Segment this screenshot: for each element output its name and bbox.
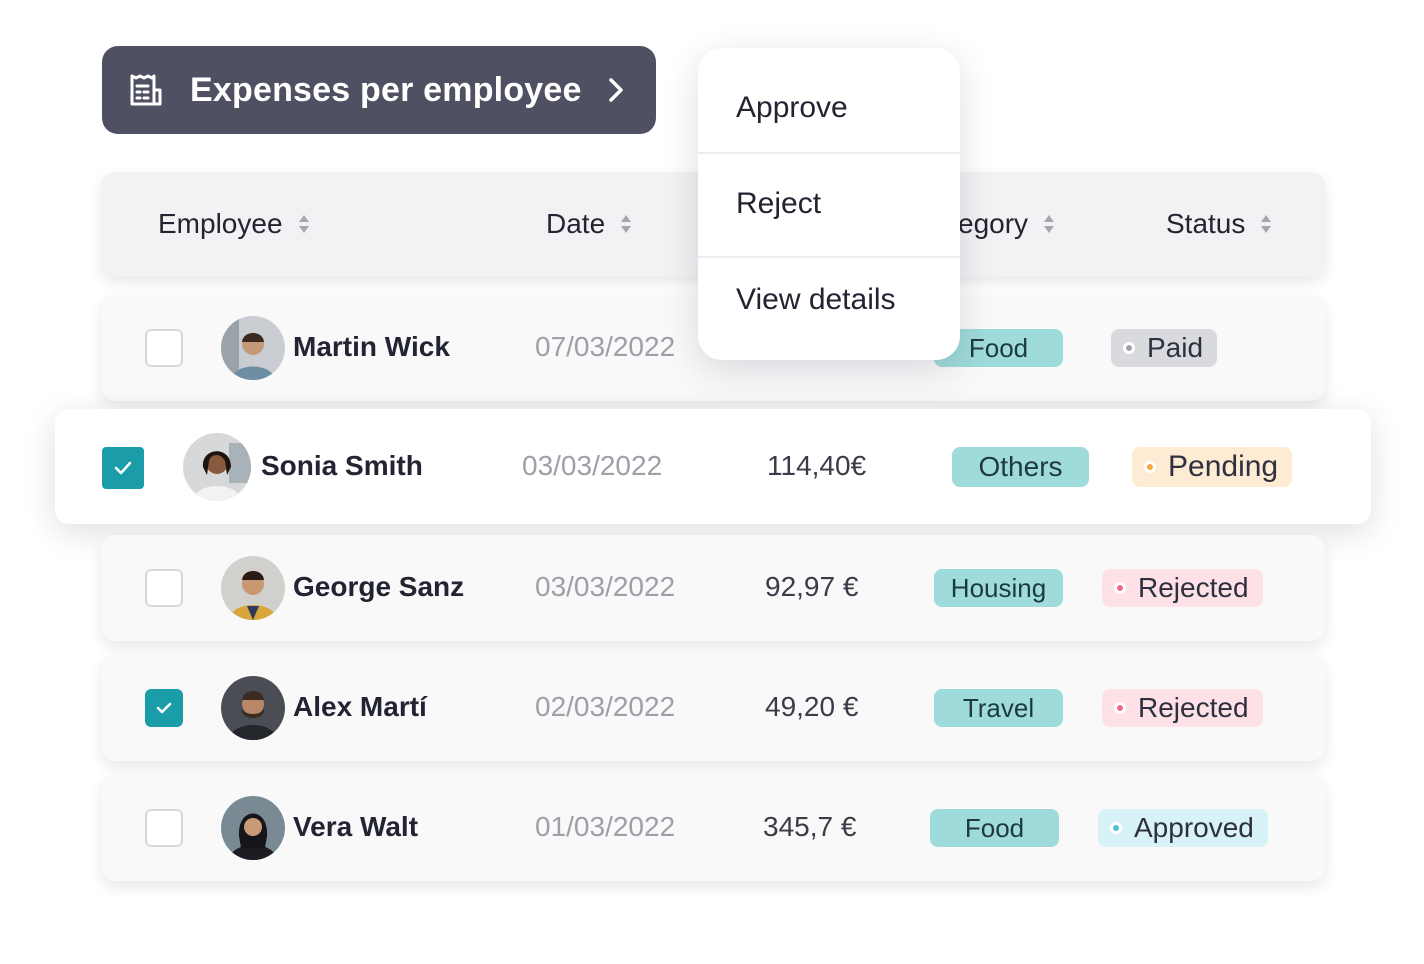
employee-name: Vera Walt	[293, 811, 419, 842]
status-dot-icon	[1114, 582, 1126, 594]
row-actions-menu: Approve Reject View details	[698, 48, 960, 360]
category-badge: Food	[930, 809, 1059, 847]
column-header-employee[interactable]: Employee	[158, 208, 311, 240]
status-dot-icon	[1144, 461, 1156, 473]
row-checkbox[interactable]	[145, 569, 183, 607]
menu-item-approve[interactable]: Approve	[698, 58, 960, 158]
status-dot-icon	[1114, 702, 1126, 714]
menu-item-reject[interactable]: Reject	[698, 154, 960, 254]
employee-name: Martin Wick	[293, 331, 450, 362]
status-dot-icon	[1123, 342, 1135, 354]
expenses-per-employee-button[interactable]: Expenses per employee	[102, 46, 656, 134]
column-header-category[interactable]: egory	[958, 208, 1056, 240]
expense-amount: 49,20 €	[765, 691, 859, 722]
expense-amount: 92,97 €	[765, 571, 859, 602]
status-badge: Paid	[1111, 329, 1218, 367]
status-badge: Rejected	[1102, 569, 1263, 607]
status-badge: Approved	[1098, 809, 1268, 847]
expense-amount: 345,7 €	[763, 811, 857, 842]
row-checkbox-checked[interactable]	[145, 689, 183, 727]
column-header-status[interactable]: Status	[1166, 208, 1273, 240]
expense-date: 01/03/2022	[535, 811, 676, 842]
table-row-selected[interactable]: Sonia Smith 03/03/2022 114,40€ Others Pe…	[55, 409, 1371, 524]
status-dot-icon	[1110, 822, 1122, 834]
sort-icon	[298, 215, 309, 233]
expense-date: 03/03/2022	[522, 450, 663, 481]
employee-name: Sonia Smith	[261, 450, 423, 481]
expense-amount: 114,40€	[767, 450, 867, 481]
table-row[interactable]: Alex Martí 02/03/2022 49,20 € Travel Rej…	[101, 655, 1325, 761]
check-icon	[156, 702, 172, 714]
report-icon	[126, 70, 166, 110]
table-row[interactable]: Vera Walt 01/03/2022 345,7 € Food Approv…	[101, 775, 1325, 881]
row-checkbox-checked[interactable]	[102, 447, 144, 489]
expense-date: 07/03/2022	[535, 331, 676, 362]
table-row[interactable]: George Sanz 03/03/2022 92,97 € Housing R…	[101, 535, 1325, 641]
menu-item-view-details[interactable]: View details	[698, 250, 960, 350]
avatar	[221, 796, 285, 860]
employee-name: Alex Martí	[293, 691, 427, 722]
column-header-date[interactable]: Date	[546, 208, 633, 240]
category-badge: Travel	[934, 689, 1063, 727]
row-checkbox[interactable]	[145, 329, 183, 367]
status-badge: Pending	[1132, 447, 1293, 487]
avatar	[221, 556, 285, 620]
sort-icon	[1044, 215, 1055, 233]
employee-name: George Sanz	[293, 571, 465, 602]
expense-date: 02/03/2022	[535, 691, 676, 722]
avatar	[183, 433, 251, 501]
check-icon	[114, 461, 132, 475]
category-badge: Others	[952, 447, 1089, 487]
sort-icon	[1261, 215, 1272, 233]
avatar	[221, 316, 285, 380]
expense-date: 03/03/2022	[535, 571, 676, 602]
avatar	[221, 676, 285, 740]
row-checkbox[interactable]	[145, 809, 183, 847]
category-badge: Housing	[934, 569, 1063, 607]
sort-icon	[621, 215, 632, 233]
chevron-right-icon	[600, 74, 632, 106]
status-badge: Rejected	[1102, 689, 1263, 727]
report-title: Expenses per employee	[190, 70, 582, 109]
